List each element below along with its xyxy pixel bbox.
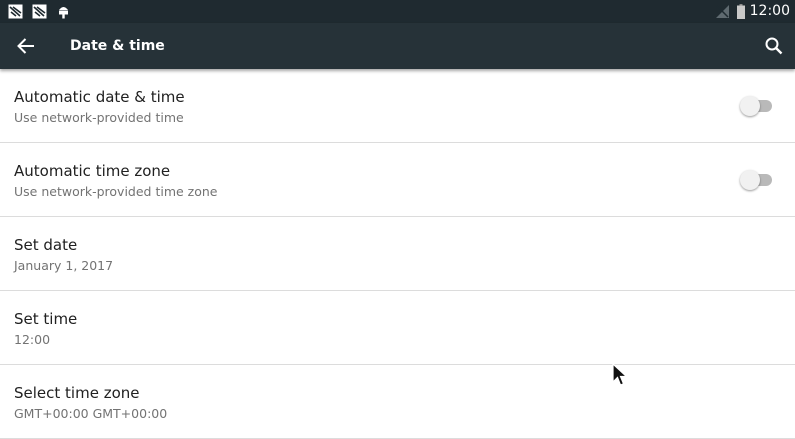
status-bar: 12:00 [0, 0, 795, 23]
search-button[interactable] [756, 28, 792, 64]
setting-subtitle: Use network-provided time [14, 110, 184, 125]
screenshot-notification-icon [32, 4, 47, 19]
setting-title: Select time zone [14, 384, 140, 402]
mouse-pointer-icon [612, 363, 628, 386]
no-signal-icon [716, 5, 729, 18]
toolbar: Date & time [0, 23, 795, 69]
setting-automatic-time-zone[interactable]: Automatic time zone Use network-provided… [0, 143, 795, 217]
automatic-date-time-switch[interactable] [740, 96, 774, 116]
arrow-back-icon [17, 38, 34, 54]
switch-thumb [740, 170, 760, 190]
back-button[interactable] [8, 28, 44, 64]
setting-title: Automatic date & time [14, 88, 185, 106]
switch-thumb [740, 96, 760, 116]
search-icon [765, 37, 783, 55]
setting-title: Set date [14, 236, 78, 254]
status-time: 12:00 [749, 3, 790, 19]
setting-set-date[interactable]: Set date January 1, 2017 [0, 217, 795, 291]
setting-subtitle: January 1, 2017 [14, 258, 114, 273]
setting-subtitle: GMT+00:00 GMT+00:00 [14, 406, 168, 421]
setting-title: Set time [14, 310, 78, 328]
setting-subtitle: Use network-provided time zone [14, 184, 218, 199]
setting-subtitle: 12:00 [14, 332, 51, 347]
setting-select-time-zone[interactable]: Select time zone GMT+00:00 GMT+00:00 [0, 365, 795, 439]
setting-title: Automatic time zone [14, 162, 171, 180]
settings-list: Automatic date & time Use network-provid… [0, 69, 795, 439]
battery-icon [737, 4, 745, 19]
page-title: Date & time [70, 38, 165, 54]
setting-automatic-date-time[interactable]: Automatic date & time Use network-provid… [0, 69, 795, 143]
automatic-time-zone-switch[interactable] [740, 170, 774, 190]
screenshot-notification-icon [8, 4, 23, 19]
setting-set-time[interactable]: Set time 12:00 [0, 291, 795, 365]
android-debug-icon [59, 7, 68, 19]
